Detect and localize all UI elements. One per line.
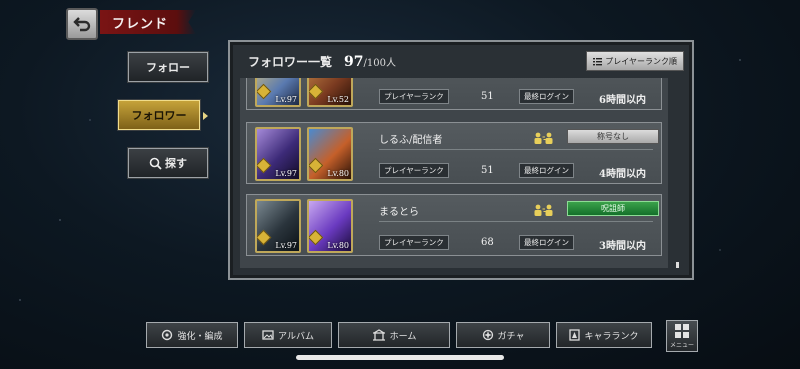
tab-followers[interactable]: フォロワー (117, 99, 201, 131)
nav-upgrade-label: 強化・編成 (177, 331, 223, 342)
player-name: まるとら (379, 207, 419, 218)
divider (379, 221, 653, 222)
player-rank-value: 51 (481, 91, 494, 102)
sort-label: プレイヤーランク順 (605, 56, 677, 66)
rank-badge-icon (257, 83, 272, 100)
player-rank-value: 68 (481, 237, 494, 248)
list-item[interactable]: Lv.97 Lv.80 しるふ/配信者 称号なし プレイヤーランク 51 最終ロ… (246, 122, 662, 184)
nav-gacha-button[interactable]: ガチャ (456, 322, 550, 348)
nav-character-rank-button[interactable]: キャラランク (556, 322, 652, 348)
panel-title: フォロワー一覧 (248, 54, 333, 69)
nav-album-label: アルバム (278, 331, 314, 342)
player-rank-value: 51 (481, 165, 494, 176)
panel-header: フォロワー一覧 97 /100人 プレイヤーランク順 (238, 46, 684, 76)
character-level: Lv.80 (327, 169, 349, 178)
player-name: しるふ/配信者 (379, 135, 443, 146)
last-login-value: 6時間以内 (599, 95, 646, 106)
character-portrait: Lv.97 (255, 199, 301, 253)
back-arrow-icon (73, 17, 91, 32)
rank-badge-icon (257, 229, 272, 246)
tab-followers-label: フォロワー (131, 109, 187, 122)
upgrade-icon (162, 329, 173, 341)
character-portrait: Lv.80 (307, 199, 353, 253)
follower-count: 97 (344, 53, 364, 70)
home-indicator[interactable] (296, 355, 504, 360)
follower-list[interactable]: Lv.97 Lv.52 プレイヤーランク 51 最終ログイン 6時間以内 Lv.… (240, 78, 668, 268)
character-level: Lv.80 (327, 241, 349, 250)
character-level: Lv.97 (275, 95, 297, 104)
character-portrait: Lv.97 (255, 78, 301, 107)
scrollbar[interactable] (676, 262, 679, 268)
character-portrait: Lv.97 (255, 127, 301, 181)
menu-button[interactable]: メニュー (666, 320, 698, 352)
nav-album-button[interactable]: アルバム (244, 322, 332, 348)
last-login-value: 4時間以内 (599, 169, 646, 180)
nav-home-label: ホーム (389, 331, 417, 342)
search-icon (149, 157, 162, 170)
player-title-badge: 称号なし (567, 129, 659, 144)
follower-max: /100人 (363, 57, 396, 69)
player-rank-label: プレイヤーランク (379, 163, 449, 178)
last-login-label: 最終ログイン (519, 163, 574, 178)
mutual-follow-icon (534, 132, 553, 144)
bottom-nav: 強化・編成 アルバム ホーム ガチャ キャラランク (146, 322, 652, 348)
nav-gacha-label: ガチャ (497, 331, 525, 342)
player-rank-label: プレイヤーランク (379, 235, 449, 250)
character-level: Lv.97 (275, 241, 297, 250)
last-login-label: 最終ログイン (519, 235, 574, 250)
tab-search[interactable]: 探す (127, 147, 209, 179)
menu-label: メニュー (669, 342, 694, 349)
player-title-badge: 呪詛師 (567, 201, 659, 216)
character-rank-icon (569, 329, 581, 341)
rank-badge-icon (309, 229, 324, 246)
character-portrait: Lv.80 (307, 127, 353, 181)
tab-follow[interactable]: フォロー (127, 51, 209, 83)
mutual-follow-icon (534, 204, 553, 216)
active-tab-indicator (203, 112, 208, 120)
nav-character-rank-label: キャラランク (584, 331, 639, 342)
character-level: Lv.52 (327, 95, 349, 104)
nav-upgrade-button[interactable]: 強化・編成 (146, 322, 238, 348)
character-level: Lv.97 (275, 169, 297, 178)
back-button[interactable] (66, 8, 98, 40)
home-icon (372, 329, 385, 341)
player-rank-label: プレイヤーランク (379, 89, 449, 104)
page-title: フレンド (100, 10, 196, 34)
rank-badge-icon (309, 83, 324, 100)
rank-badge-icon (309, 157, 324, 174)
rank-badge-icon (257, 157, 272, 174)
last-login-label: 最終ログイン (519, 89, 574, 104)
gacha-icon (482, 329, 493, 341)
tab-search-label: 探す (165, 157, 187, 170)
character-portrait: Lv.52 (307, 78, 353, 107)
divider (379, 149, 653, 150)
sort-icon (593, 57, 603, 65)
list-item[interactable]: Lv.97 Lv.80 まるとら 呪詛師 プレイヤーランク 68 最終ログイン … (246, 194, 662, 256)
tab-follow-label: フォロー (146, 61, 190, 74)
last-login-value: 3時間以内 (599, 241, 646, 252)
sort-button[interactable]: プレイヤーランク順 (586, 51, 684, 71)
list-item[interactable]: Lv.97 Lv.52 プレイヤーランク 51 最終ログイン 6時間以内 (246, 78, 662, 110)
nav-home-button[interactable]: ホーム (338, 322, 450, 348)
album-icon (262, 330, 274, 340)
grid-menu-icon (675, 324, 689, 338)
